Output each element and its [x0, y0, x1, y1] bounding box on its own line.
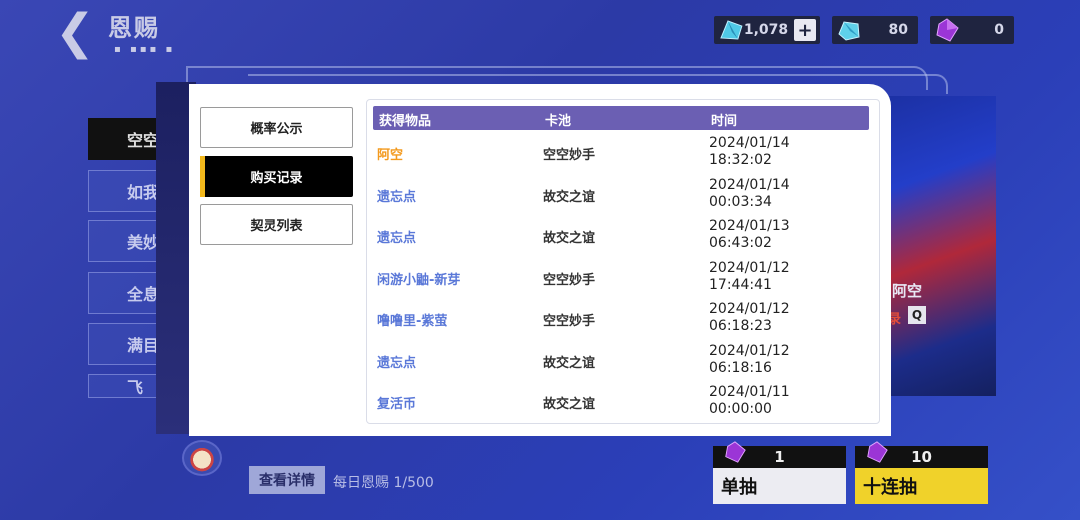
title-decoration: ▪ ▪▪▪ ▪: [114, 44, 176, 55]
currency-value: 80: [888, 22, 908, 38]
row-date: 2024/01/11: [709, 384, 790, 400]
currency-value: 1,078: [743, 22, 789, 38]
plus-icon: +: [797, 19, 813, 41]
column-time: 时间: [711, 114, 738, 129]
row-time: 2024/01/13 06:43:02: [709, 218, 790, 252]
row-clock: 17:44:41: [709, 277, 772, 293]
purple-crystal-icon: [867, 441, 888, 463]
avatar[interactable]: [182, 440, 222, 476]
column-item: 获得物品: [379, 114, 432, 129]
search-glyph: Q: [911, 308, 923, 322]
purchase-history-table[interactable]: 获得物品 卡池 时间 阿空 空空妙手 2024/01/14 18:32:02 遗忘点 故交…: [366, 99, 880, 424]
row-pool: 故交之谊: [543, 231, 596, 246]
tab-label: 契灵列表: [250, 219, 303, 234]
tab-spirit-list[interactable]: 契灵列表: [200, 204, 353, 245]
row-item[interactable]: 复活币: [377, 393, 416, 412]
row-item[interactable]: 遗忘点: [377, 227, 416, 246]
currency-crystal-main: 1,078 +: [714, 16, 820, 44]
table-row: 遗忘点 故交之谊 2024/01/12 06:18:16: [367, 342, 879, 384]
row-date: 2024/01/12: [709, 301, 790, 317]
pool-list-label: 全息: [127, 285, 160, 304]
row-pool: 故交之谊: [543, 190, 596, 205]
back-button[interactable]: ❮: [52, 4, 98, 60]
tab-label: 购买记录: [250, 171, 303, 186]
character-name: 阿空: [892, 282, 923, 300]
row-pool: 空空妙手: [543, 314, 596, 329]
row-clock: 06:18:23: [709, 318, 772, 334]
currency-crystal-secondary: 80: [832, 16, 918, 44]
row-item[interactable]: 阿空: [377, 144, 403, 163]
table-row: 噜噜里-紫萤 空空妙手 2024/01/12 06:18:23: [367, 300, 879, 342]
table-header: 获得物品 卡池 时间: [373, 106, 869, 130]
view-details-button[interactable]: 查看详情: [249, 466, 325, 494]
row-time: 2024/01/12 06:18:23: [709, 301, 790, 335]
column-pool: 卡池: [545, 114, 572, 129]
tab-label: 概率公示: [250, 122, 303, 137]
pull-label: 十连抽: [855, 468, 988, 504]
blue-crystal-icon: [720, 20, 743, 40]
row-date: 2024/01/14: [709, 135, 790, 151]
row-clock: 06:43:02: [709, 235, 772, 251]
purple-crystal-icon: [725, 441, 746, 463]
daily-counter: 每日恩赐 1/500: [333, 475, 434, 491]
table-row: 闲游小鼬-新芽 空空妙手 2024/01/12 17:44:41: [367, 259, 879, 301]
add-currency-button[interactable]: +: [794, 19, 816, 41]
chevron-left-icon: ❮: [54, 4, 96, 60]
row-time: 2024/01/14 00:03:34: [709, 177, 790, 211]
pool-list-label: 飞: [127, 378, 144, 397]
pull-label: 单抽: [713, 468, 846, 504]
tab-purchase-history[interactable]: 购买记录: [200, 156, 353, 197]
row-time: 2024/01/12 06:18:16: [709, 343, 790, 377]
row-date: 2024/01/13: [709, 218, 790, 234]
row-date: 2024/01/12: [709, 343, 790, 359]
row-time: 2024/01/11 00:00:00: [709, 384, 790, 418]
single-pull-button[interactable]: 1 单抽: [713, 441, 846, 506]
pool-list-label: 空空: [127, 131, 160, 150]
tab-probability[interactable]: 概率公示: [200, 107, 353, 148]
row-item[interactable]: 遗忘点: [377, 186, 416, 205]
row-pool: 故交之谊: [543, 356, 596, 371]
currency-value: 0: [994, 22, 1004, 38]
currency-purple-gem: 0: [930, 16, 1014, 44]
row-item[interactable]: 闲游小鼬-新芽: [377, 269, 460, 288]
row-clock: 00:03:34: [709, 194, 772, 210]
table-row: 遗忘点 故交之谊 2024/01/13 06:43:02: [367, 217, 879, 259]
cyan-crystal-icon: [838, 21, 860, 41]
record-modal: 概率公示 购买记录 契灵列表 获得物品 卡池 时间 阿空 空空妙手 2024/01/…: [189, 84, 891, 436]
row-clock: 06:18:16: [709, 360, 772, 376]
row-item[interactable]: 遗忘点: [377, 352, 416, 371]
row-date: 2024/01/14: [709, 177, 790, 193]
table-row: 遗忘点 故交之谊 2024/01/14 00:03:34: [367, 176, 879, 218]
pool-list-label: 美妙: [127, 233, 160, 252]
row-item[interactable]: 噜噜里-紫萤: [377, 310, 447, 329]
table-row: 复活币 故交之谊 2024/01/11 00:00:00: [367, 383, 879, 423]
row-clock: 00:00:00: [709, 401, 772, 417]
row-time: 2024/01/12 17:44:41: [709, 260, 790, 294]
row-time: 2024/01/14 18:32:02: [709, 135, 790, 169]
table-row: 阿空 空空妙手 2024/01/14 18:32:02: [367, 134, 879, 176]
row-pool: 空空妙手: [543, 273, 596, 288]
ten-pull-button[interactable]: 10 十连抽: [855, 441, 988, 506]
row-clock: 18:32:02: [709, 152, 772, 168]
pool-list-label: 满目: [127, 336, 160, 355]
row-pool: 故交之谊: [543, 397, 596, 412]
row-date: 2024/01/12: [709, 260, 790, 276]
page-title: 恩赐: [108, 14, 160, 42]
purple-crystal-icon: [936, 18, 959, 42]
pool-list-label: 如我: [127, 183, 160, 202]
row-pool: 空空妙手: [543, 148, 596, 163]
search-icon[interactable]: Q: [908, 306, 926, 324]
